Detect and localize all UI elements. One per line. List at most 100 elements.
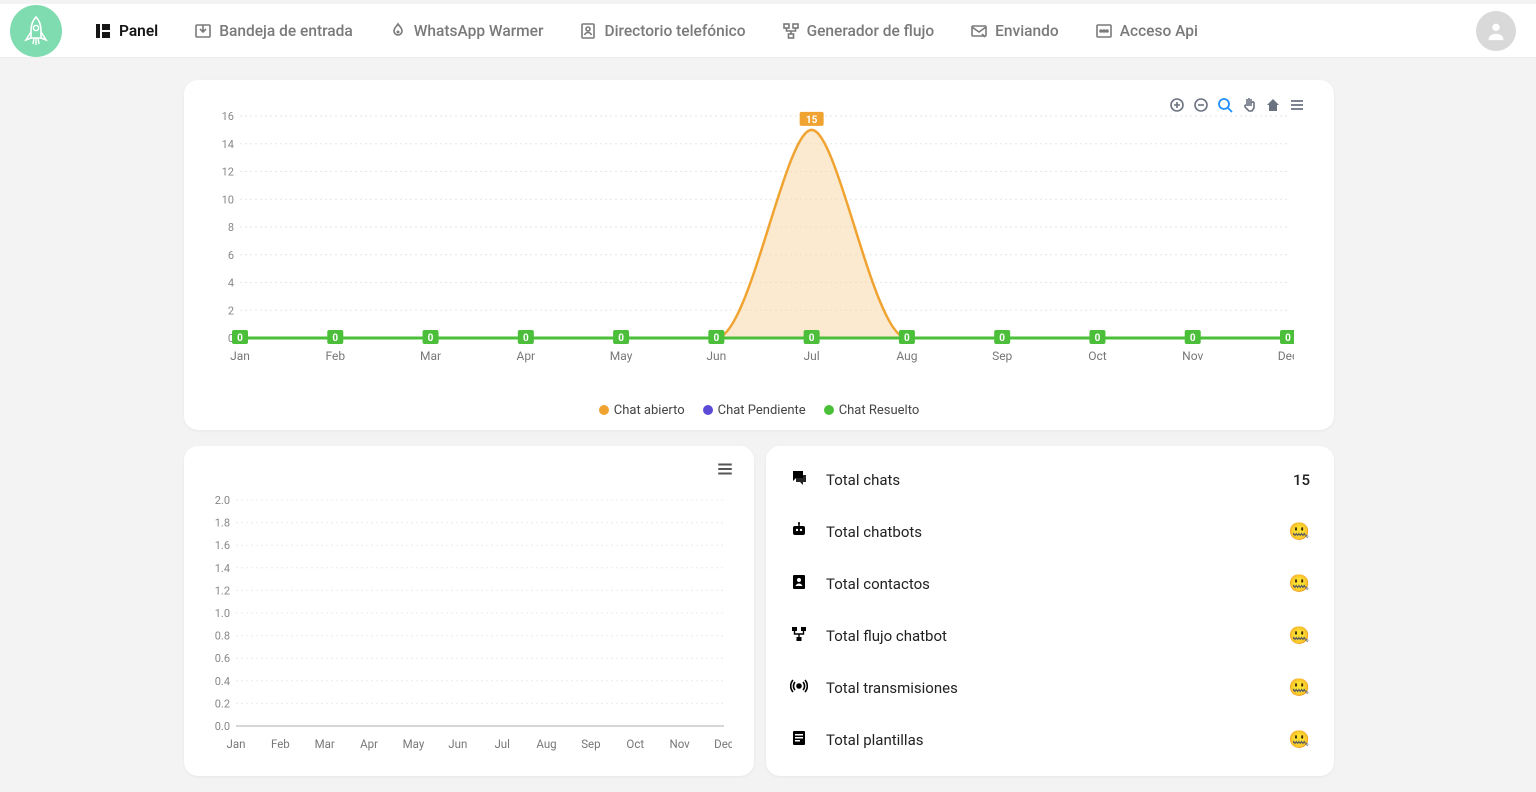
svg-text:0: 0 (1285, 333, 1291, 344)
svg-text:Jul: Jul (804, 349, 820, 363)
svg-text:Oct: Oct (626, 737, 644, 751)
svg-text:Sep: Sep (581, 737, 600, 751)
profile-avatar[interactable] (1476, 11, 1516, 51)
nav-panel[interactable]: Panel (90, 16, 162, 46)
nav-label: Enviando (995, 22, 1059, 40)
stat-row[interactable]: Total chats 15 (766, 454, 1334, 506)
nav-sending[interactable]: Enviando (966, 16, 1063, 46)
svg-text:0: 0 (428, 333, 434, 344)
nav-inbox[interactable]: Bandeja de entrada (190, 16, 357, 46)
broadcast-icon (790, 677, 808, 699)
stat-label: Total transmisiones (826, 679, 958, 697)
brand-logo[interactable] (10, 5, 62, 57)
stat-row[interactable]: Total contactos 🤐 (766, 558, 1334, 610)
stat-label: Total chatbots (826, 523, 922, 541)
stat-value: 🤐 (1289, 574, 1310, 594)
chat-icon (790, 469, 808, 491)
svg-text:0: 0 (809, 333, 815, 344)
svg-text:Jul: Jul (494, 737, 509, 751)
stat-value: 🤐 (1289, 730, 1310, 750)
svg-text:12: 12 (222, 166, 234, 179)
svg-text:Aug: Aug (896, 349, 917, 363)
nav-phonebook[interactable]: Directorio telefónico (575, 16, 749, 46)
main-chart: 024681012141615000000000000JanFebMarAprM… (214, 108, 1294, 368)
stat-row[interactable]: Total flujo chatbot 🤐 (766, 610, 1334, 662)
stats-card: Total chats15Total chatbots🤐Total contac… (766, 446, 1334, 776)
svg-text:0.2: 0.2 (215, 697, 230, 710)
nav-warmer[interactable]: WhatsApp Warmer (385, 16, 548, 46)
svg-text:0: 0 (1095, 333, 1101, 344)
secondary-chart: 0.00.20.40.60.81.01.21.41.61.82.0JanFebM… (202, 494, 732, 754)
svg-text:1.4: 1.4 (215, 562, 230, 575)
stat-value: 🤐 (1289, 522, 1310, 542)
svg-text:10: 10 (222, 193, 234, 206)
stat-label: Total plantillas (826, 731, 923, 749)
stat-value: 🤐 (1289, 626, 1310, 646)
main-chart-card: 024681012141615000000000000JanFebMarAprM… (184, 80, 1334, 430)
svg-text:0.4: 0.4 (215, 675, 230, 688)
svg-text:0.8: 0.8 (215, 630, 230, 643)
stat-row[interactable]: Total plantillas 🤐 (766, 714, 1334, 766)
svg-text:Oct: Oct (1088, 349, 1107, 363)
svg-text:Dec: Dec (1278, 349, 1294, 363)
svg-text:Apr: Apr (516, 349, 535, 363)
stat-value: 15 (1293, 471, 1310, 489)
stat-row[interactable]: Total transmisiones 🤐 (766, 662, 1334, 714)
svg-text:1.8: 1.8 (215, 517, 230, 530)
stat-label: Total chats (826, 471, 900, 489)
svg-text:0: 0 (1190, 333, 1196, 344)
nav-flow[interactable]: Generador de flujo (778, 16, 939, 46)
svg-text:Jun: Jun (448, 737, 467, 751)
stat-label: Total flujo chatbot (826, 627, 947, 645)
topbar: Panel Bandeja de entrada WhatsApp Warmer Di… (0, 4, 1536, 58)
nav-label: Bandeja de entrada (219, 22, 353, 40)
nav-label: Directorio telefónico (604, 22, 745, 40)
svg-text:Aug: Aug (536, 737, 556, 751)
svg-text:0.0: 0.0 (215, 720, 230, 733)
svg-text:Feb: Feb (325, 349, 345, 363)
svg-text:15: 15 (806, 115, 818, 126)
svg-text:0: 0 (523, 333, 529, 344)
svg-text:Mar: Mar (315, 737, 335, 751)
svg-text:8: 8 (228, 221, 234, 234)
svg-text:Nov: Nov (1182, 349, 1203, 363)
bot-icon (790, 521, 808, 543)
svg-text:May: May (403, 737, 425, 751)
svg-text:Mar: Mar (420, 349, 441, 363)
svg-text:0: 0 (618, 333, 624, 344)
svg-text:0.6: 0.6 (215, 652, 230, 665)
svg-text:0: 0 (332, 333, 338, 344)
svg-text:4: 4 (228, 277, 234, 290)
svg-text:May: May (610, 349, 633, 363)
svg-text:Apr: Apr (360, 737, 378, 751)
stat-value: 🤐 (1289, 678, 1310, 698)
svg-text:16: 16 (222, 110, 234, 123)
flow-icon (790, 625, 808, 647)
svg-text:14: 14 (222, 138, 234, 151)
menu-icon[interactable] (716, 460, 734, 482)
legend-item[interactable]: Chat Pendiente (703, 403, 806, 418)
templates-icon (790, 729, 808, 751)
legend-item[interactable]: Chat Resuelto (824, 403, 920, 418)
svg-text:Sep: Sep (992, 349, 1012, 363)
svg-text:1.6: 1.6 (215, 539, 230, 552)
svg-text:Dec: Dec (714, 737, 732, 751)
main-chart-legend: Chat abierto Chat Pendiente Chat Resuelto (184, 403, 1334, 418)
svg-text:0: 0 (904, 333, 910, 344)
nav-label: Panel (119, 22, 158, 40)
stat-label: Total contactos (826, 575, 930, 593)
nav-label: Acceso Api (1120, 22, 1198, 40)
contacts-icon (790, 573, 808, 595)
nav-api[interactable]: Acceso Api (1091, 16, 1202, 46)
svg-text:0: 0 (999, 333, 1005, 344)
svg-text:6: 6 (228, 249, 234, 262)
svg-text:Jan: Jan (227, 737, 246, 751)
person-icon (1485, 20, 1507, 42)
svg-text:2: 2 (228, 304, 234, 317)
stat-row[interactable]: Total chatbots 🤐 (766, 506, 1334, 558)
rocket-icon (19, 14, 53, 48)
svg-text:1.2: 1.2 (215, 584, 230, 597)
legend-item[interactable]: Chat abierto (599, 403, 685, 418)
svg-text:Feb: Feb (271, 737, 290, 751)
svg-text:Jan: Jan (230, 349, 250, 363)
